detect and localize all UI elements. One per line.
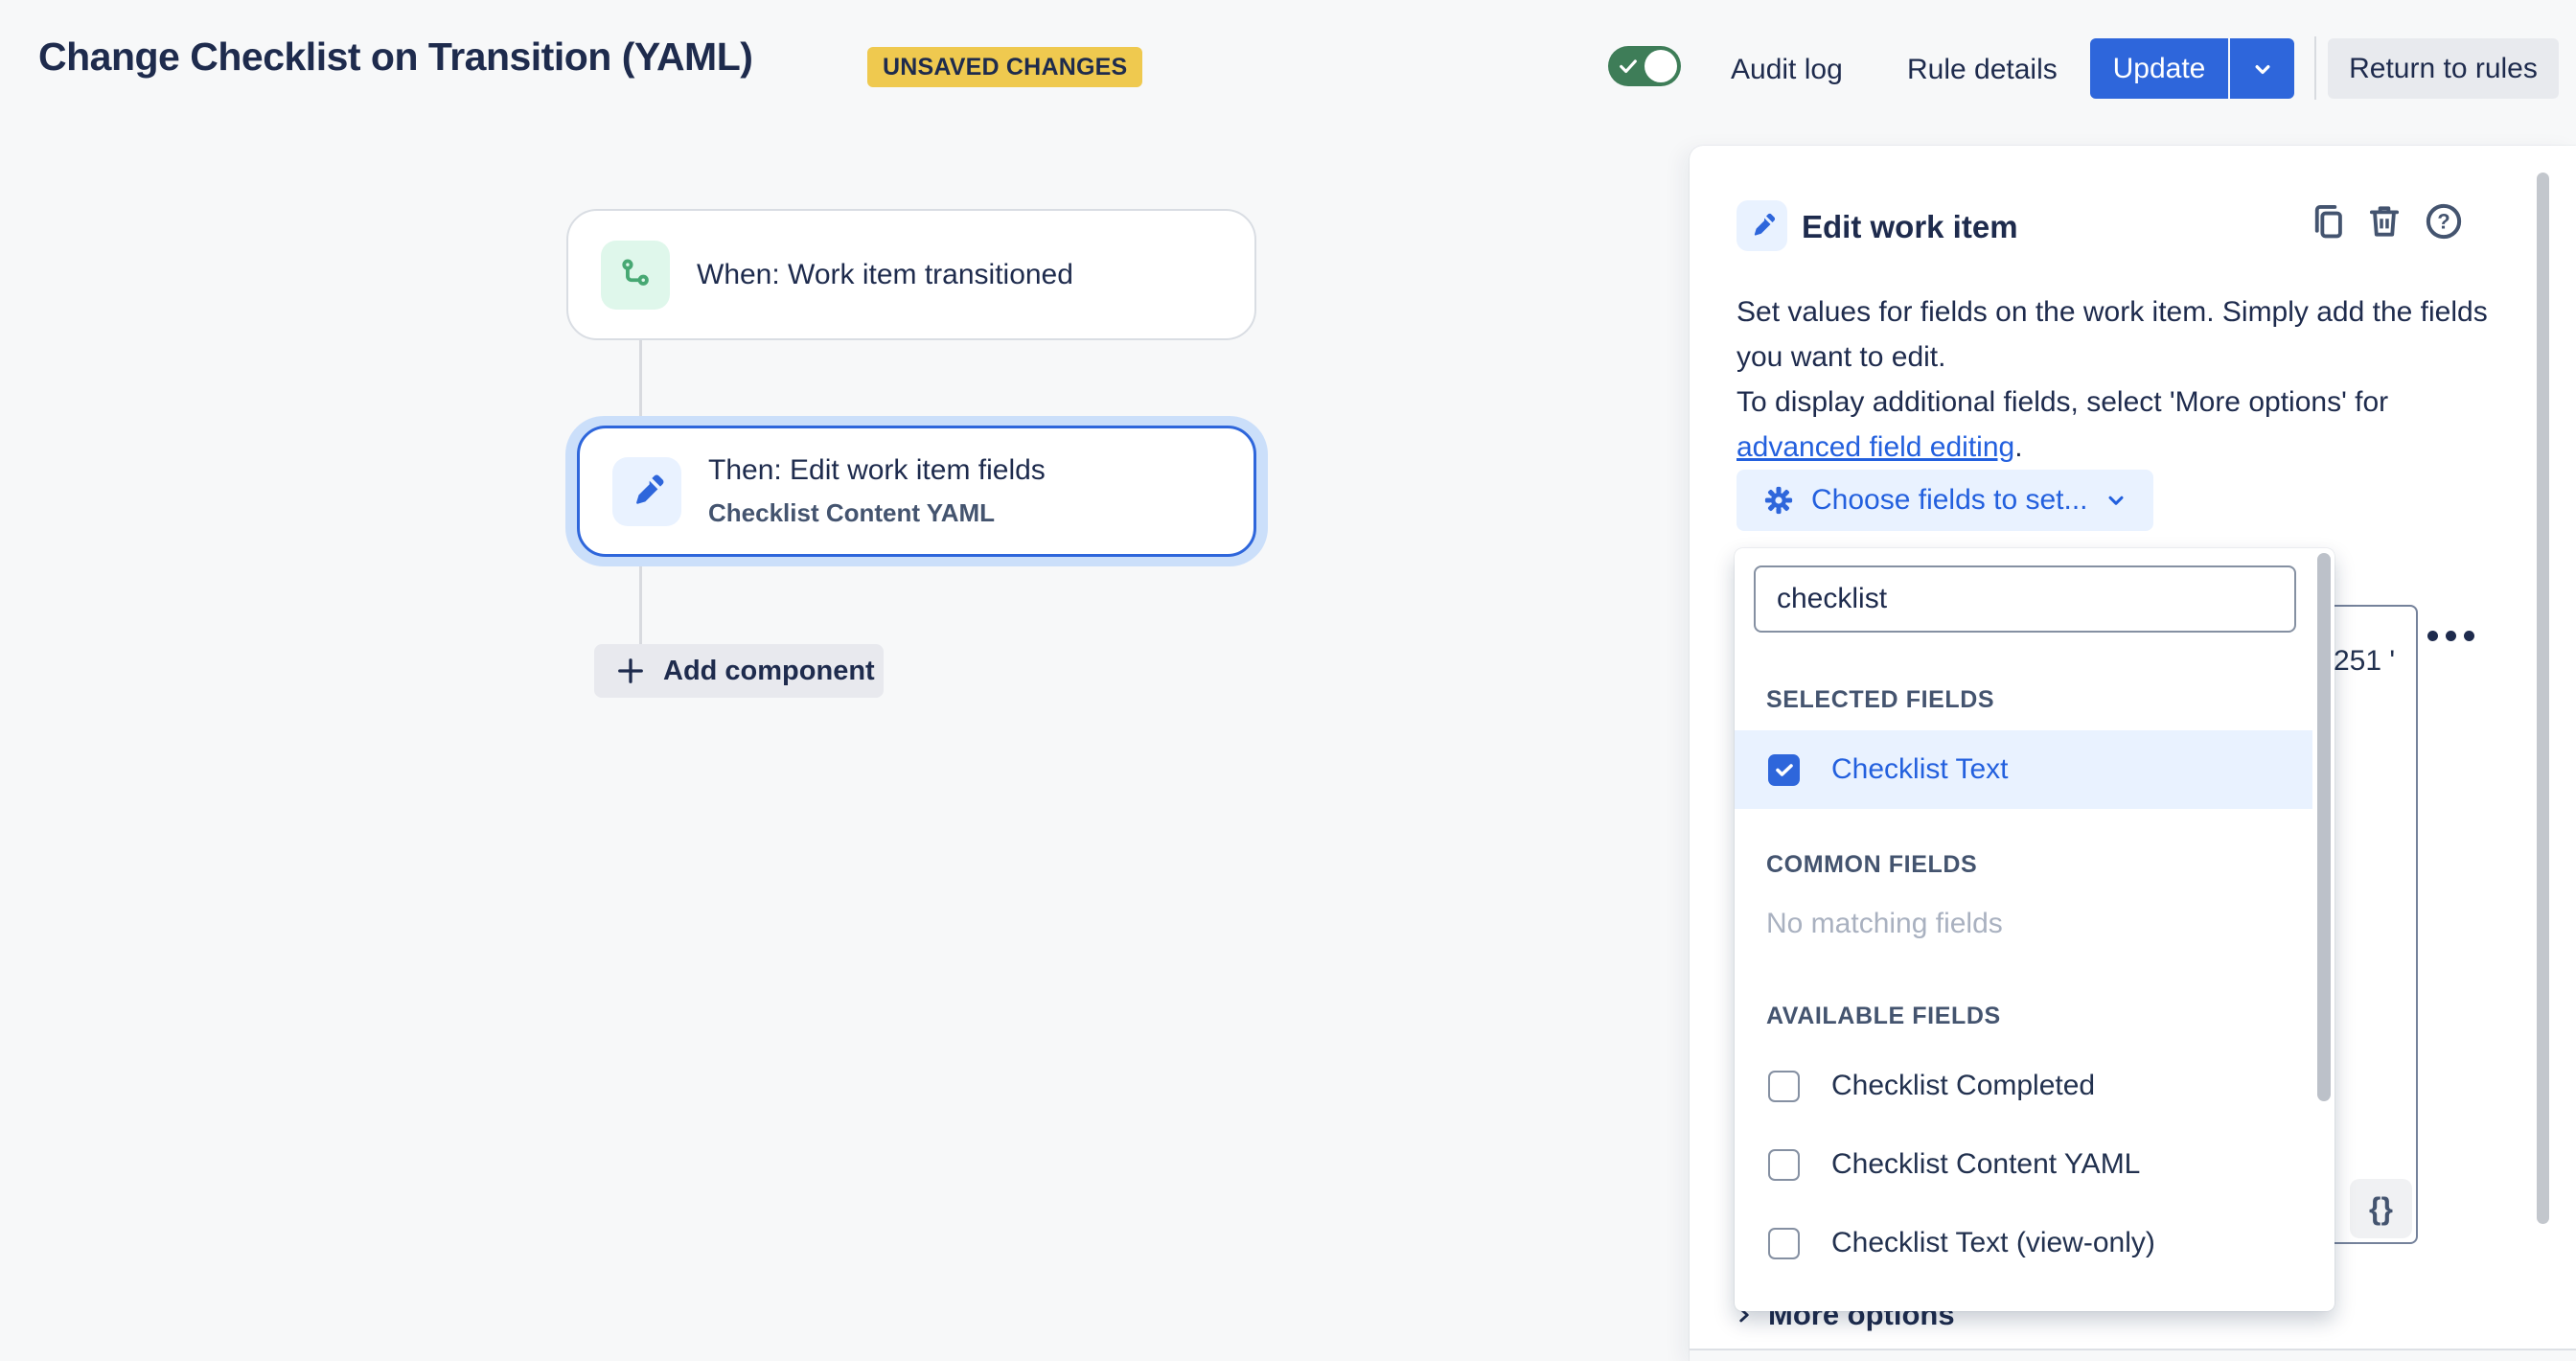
field-option-row[interactable]: Checklist Content YAML — [1735, 1125, 2312, 1204]
action-card[interactable]: Then: Edit work item fields Checklist Co… — [577, 426, 1256, 557]
update-button[interactable]: Update — [2090, 38, 2228, 99]
help-icon: ? — [2423, 200, 2465, 242]
description-text: . — [2014, 431, 2022, 463]
check-icon — [1617, 56, 1640, 77]
dot-icon — [2464, 631, 2474, 641]
action-card-selection-halo[interactable]: Then: Edit work item fields Checklist Co… — [565, 416, 1268, 566]
field-more-actions-button[interactable] — [2427, 619, 2483, 652]
transition-icon — [615, 255, 656, 295]
update-caret-button[interactable] — [2230, 38, 2294, 99]
advanced-field-editing-link[interactable]: advanced field editing — [1736, 431, 2014, 463]
field-option-label: Checklist Content YAML — [1831, 1148, 2140, 1181]
duplicate-action-button[interactable] — [2307, 199, 2351, 243]
choose-fields-button[interactable]: Choose fields to set... — [1736, 470, 2153, 531]
panel-edit-icon-tile — [1736, 200, 1787, 251]
field-picker-dropdown: SELECTED FIELDS Checklist Text COMMON FI… — [1735, 548, 2334, 1311]
selected-fields-header: SELECTED FIELDS — [1766, 686, 1994, 714]
description-text: Set values for fields on the work item. … — [1736, 296, 2488, 373]
field-option-row[interactable]: Checklist Text (view-only) — [1735, 1204, 2312, 1282]
panel-footer — [1690, 1350, 2576, 1361]
gear-icon — [1761, 483, 1796, 518]
checkbox-unchecked[interactable] — [1768, 1228, 1800, 1259]
available-fields-header: AVAILABLE FIELDS — [1766, 1003, 2001, 1030]
toggle-knob — [1644, 50, 1677, 82]
field-option-row[interactable]: Checklist Text — [1735, 730, 2312, 809]
yaml-value-fragment: 251 ' — [2334, 645, 2395, 678]
unsaved-changes-badge: UNSAVED CHANGES — [867, 47, 1142, 87]
return-to-rules-button[interactable]: Return to rules — [2328, 38, 2559, 99]
edit-icon-tile — [612, 457, 681, 526]
field-option-label: Checklist Text — [1831, 753, 2009, 786]
field-option-row[interactable]: Checklist Completed — [1735, 1047, 2312, 1125]
dropdown-scrollbar[interactable] — [2317, 553, 2331, 1101]
rule-details-link[interactable]: Rule details — [1907, 54, 2058, 86]
dot-icon — [2446, 631, 2456, 641]
copy-icon — [2309, 201, 2349, 242]
panel-title: Edit work item — [1802, 209, 2018, 245]
checkbox-unchecked[interactable] — [1768, 1149, 1800, 1181]
audit-log-link[interactable]: Audit log — [1731, 54, 1843, 86]
header-divider — [2314, 36, 2316, 100]
chevron-down-icon — [2249, 56, 2276, 82]
pencil-icon — [1748, 212, 1777, 241]
field-option-label: Checklist Completed — [1831, 1070, 2095, 1102]
action-subtitle: Checklist Content YAML — [708, 498, 1046, 528]
choose-fields-label: Choose fields to set... — [1811, 484, 2088, 517]
trigger-card[interactable]: When: Work item transitioned — [566, 209, 1256, 340]
panel-scrollbar[interactable] — [2537, 173, 2549, 1224]
no-matching-fields-text: No matching fields — [1766, 908, 2003, 940]
action-title: Then: Edit work item fields — [708, 454, 1046, 487]
page-title: Change Checklist on Transition (YAML) — [38, 35, 752, 80]
delete-action-button[interactable] — [2362, 199, 2406, 243]
svg-text:?: ? — [2437, 210, 2450, 234]
field-option-label: Checklist Text (view-only) — [1831, 1227, 2155, 1259]
field-search-input[interactable] — [1754, 565, 2296, 633]
trigger-title: When: Work item transitioned — [697, 259, 1073, 291]
checkbox-unchecked[interactable] — [1768, 1071, 1800, 1102]
add-component-label: Add component — [663, 656, 875, 687]
action-config-panel: Edit work item ? Set values for fields o… — [1690, 146, 2576, 1361]
rule-enabled-toggle[interactable] — [1608, 46, 1681, 86]
checkbox-checked[interactable] — [1768, 754, 1800, 786]
help-button[interactable]: ? — [2422, 199, 2466, 243]
trash-icon — [2364, 201, 2404, 242]
pencil-icon — [628, 473, 666, 511]
description-text: To display additional fields, select 'Mo… — [1736, 386, 2388, 418]
common-fields-header: COMMON FIELDS — [1766, 851, 1977, 879]
add-component-button[interactable]: Add component — [594, 644, 884, 698]
chevron-down-icon — [2104, 488, 2128, 513]
check-icon — [1773, 758, 1796, 781]
transition-icon-tile — [601, 241, 670, 310]
smart-values-code-button[interactable]: {} — [2350, 1179, 2412, 1238]
update-split-button: Update — [2090, 38, 2294, 99]
action-description: Set values for fields on the work item. … — [1736, 289, 2515, 470]
dot-icon — [2427, 631, 2438, 641]
plus-icon — [613, 654, 648, 688]
